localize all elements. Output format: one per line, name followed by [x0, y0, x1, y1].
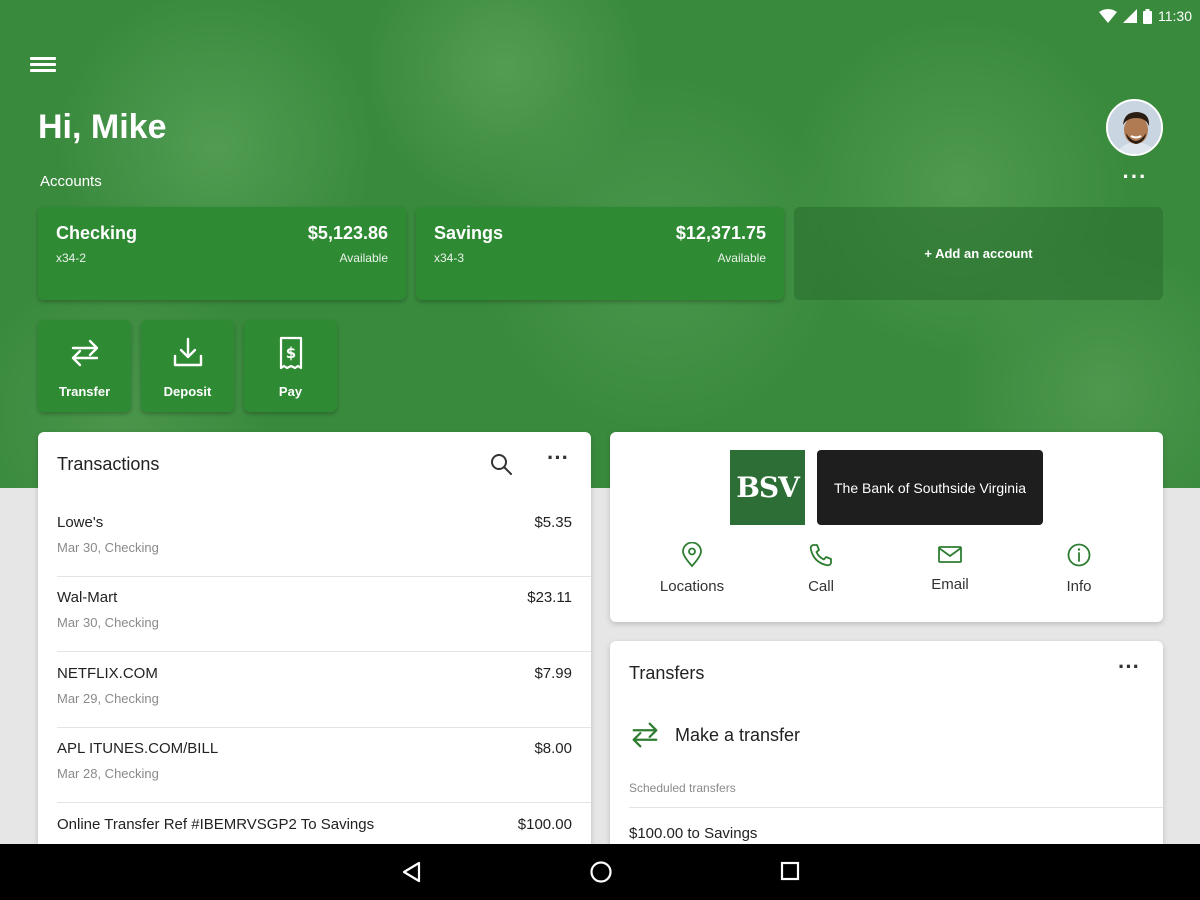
- account-balance: $12,371.75: [675, 223, 766, 243]
- table-row[interactable]: APL ITUNES.COM/BILL Mar 28, Checking $8.…: [38, 728, 591, 803]
- transfer-icon: [632, 722, 658, 748]
- account-number: x34-2: [56, 251, 87, 265]
- table-row[interactable]: NETFLIX.COM Mar 29, Checking $7.99: [38, 653, 591, 728]
- transaction-meta: Mar 28, Checking: [57, 766, 159, 781]
- transaction-description: Wal-Mart: [57, 589, 118, 606]
- transactions-more-icon[interactable]: ···: [544, 447, 572, 472]
- accounts-section-label: Accounts: [40, 173, 102, 190]
- home-icon[interactable]: [589, 860, 613, 884]
- transaction-description: Online Transfer Ref #IBEMRVSGP2 To Savin…: [57, 816, 375, 833]
- transaction-description: APL ITUNES.COM/BILL: [57, 740, 219, 757]
- row-divider: [629, 807, 1163, 808]
- add-account-button[interactable]: + Add an account: [794, 207, 1163, 300]
- transaction-description: NETFLIX.COM: [57, 665, 158, 682]
- location-pin-icon: [682, 542, 702, 568]
- quick-action-label: Deposit: [163, 384, 212, 399]
- account-name: Savings: [434, 223, 504, 243]
- transfers-title: Transfers: [629, 663, 705, 683]
- system-navigation-bar: [0, 844, 1200, 900]
- pay-quick-button[interactable]: $ Pay: [244, 320, 337, 412]
- quick-action-label: Transfer: [58, 384, 111, 399]
- status-bar: 11:30: [1099, 6, 1192, 26]
- transaction-amount: $8.00: [534, 740, 572, 757]
- scheduled-transfers-label: Scheduled transfers: [629, 781, 736, 795]
- account-name: Checking: [56, 223, 138, 243]
- bill-pay-icon: $: [279, 336, 303, 370]
- info-icon: [1067, 543, 1091, 567]
- row-divider: [57, 802, 591, 803]
- search-icon[interactable]: [489, 452, 513, 476]
- transaction-meta: Mar 30, Checking: [57, 540, 159, 555]
- account-balance: $5,123.86: [307, 223, 388, 243]
- account-available-label: Available: [717, 251, 766, 265]
- envelope-icon: [938, 546, 962, 563]
- row-divider: [57, 651, 591, 652]
- phone-icon: [809, 544, 832, 567]
- account-card-savings[interactable]: Savings x34-3 $12,371.75 Available: [416, 207, 784, 300]
- transaction-amount: $23.11: [527, 589, 572, 606]
- transaction-amount: $5.35: [534, 514, 572, 531]
- table-row[interactable]: Lowe's Mar 30, Checking $5.35: [38, 502, 591, 577]
- locations-button[interactable]: Locations: [632, 542, 752, 595]
- accounts-more-icon[interactable]: ···: [1120, 166, 1150, 190]
- transactions-panel: Transactions ··· Lowe's Mar 30, Checking…: [38, 432, 591, 852]
- transfer-icon: [71, 339, 99, 367]
- action-label: Locations: [659, 578, 725, 595]
- transaction-amount: $7.99: [534, 665, 572, 682]
- transaction-description: Lowe's: [57, 514, 104, 531]
- table-row[interactable]: Wal-Mart Mar 30, Checking $23.11: [38, 577, 591, 652]
- recents-icon[interactable]: [779, 860, 801, 882]
- make-transfer-label: Make a transfer: [675, 724, 801, 745]
- transaction-amount: $100.00: [517, 816, 572, 833]
- transfers-panel: Transfers ··· Make a transfer Scheduled …: [610, 641, 1163, 861]
- user-avatar[interactable]: [1106, 99, 1163, 156]
- transaction-meta: Mar 29, Checking: [57, 691, 159, 706]
- quick-action-label: Pay: [278, 384, 303, 399]
- transfer-quick-button[interactable]: Transfer: [38, 320, 131, 412]
- call-button[interactable]: Call: [761, 542, 881, 595]
- svg-text:$: $: [286, 344, 296, 362]
- deposit-icon: [173, 337, 203, 367]
- bank-logo-monogram: BSV: [730, 450, 805, 525]
- transactions-title: Transactions: [57, 454, 160, 474]
- account-available-label: Available: [339, 251, 388, 265]
- deposit-quick-button[interactable]: Deposit: [141, 320, 234, 412]
- action-label: Info: [1066, 578, 1092, 595]
- account-number: x34-3: [434, 251, 465, 265]
- bank-logo-name: The Bank of Southside Virginia: [817, 450, 1043, 525]
- status-time: 11:30: [1158, 8, 1192, 24]
- hamburger-menu-icon[interactable]: [30, 54, 56, 76]
- cell-signal-icon: [1123, 9, 1137, 23]
- action-label: Call: [808, 578, 834, 595]
- scheduled-transfer-item[interactable]: $100.00 to Savings: [629, 825, 757, 842]
- account-card-checking[interactable]: Checking x34-2 $5,123.86 Available: [38, 207, 406, 300]
- greeting-title: Hi, Mike: [38, 108, 167, 146]
- battery-icon: [1143, 8, 1152, 24]
- make-transfer-button[interactable]: Make a transfer: [629, 715, 800, 755]
- transfers-more-icon[interactable]: ···: [1115, 656, 1143, 681]
- wifi-icon: [1099, 9, 1117, 23]
- info-button[interactable]: Info: [1019, 542, 1139, 595]
- bank-info-panel: BSV The Bank of Southside Virginia Locat…: [610, 432, 1163, 622]
- action-label: Email: [931, 576, 969, 593]
- back-icon[interactable]: [400, 860, 422, 884]
- transaction-meta: Mar 30, Checking: [57, 615, 159, 630]
- email-button[interactable]: Email: [890, 542, 1010, 593]
